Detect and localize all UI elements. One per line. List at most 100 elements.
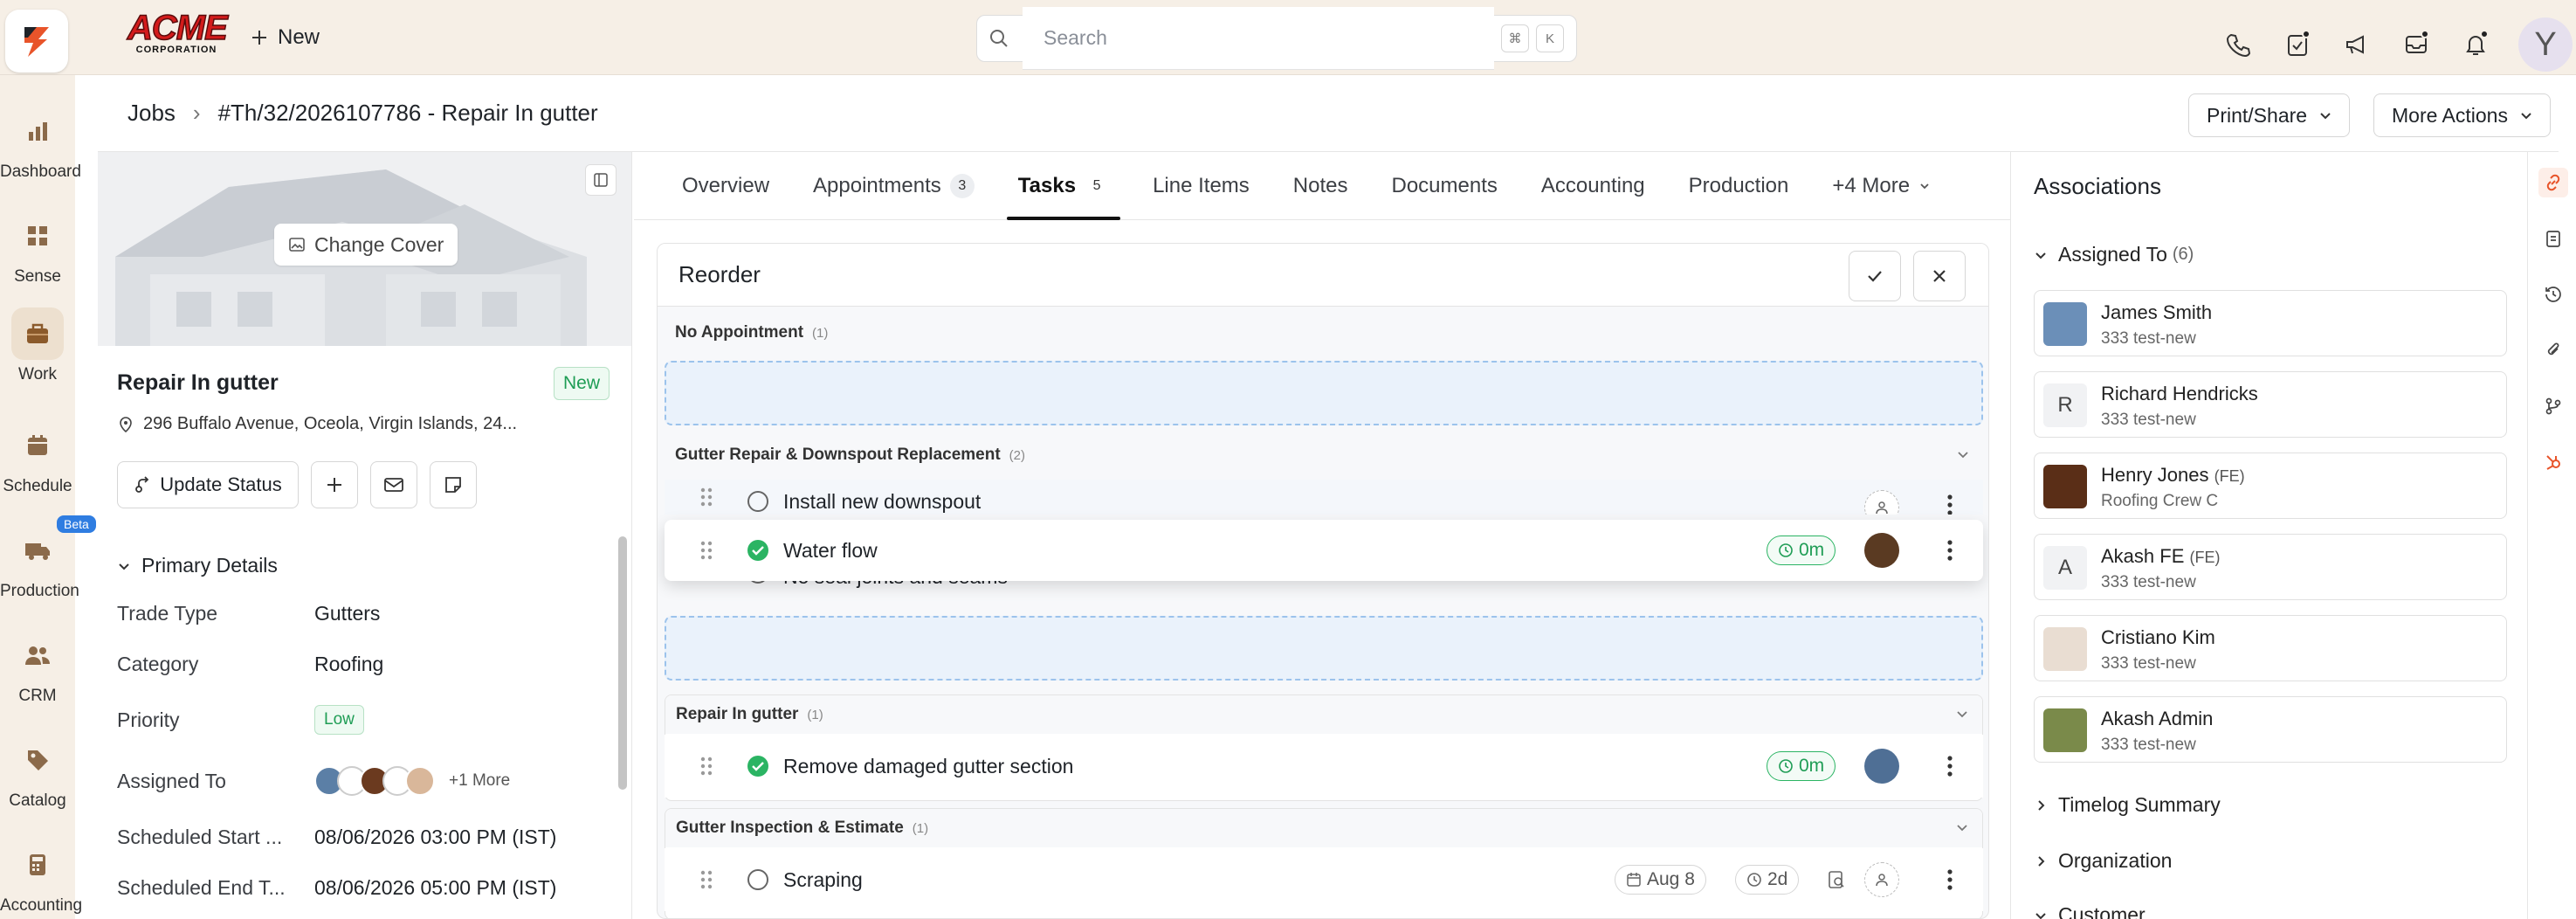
avatar[interactable] [1864, 533, 1899, 568]
time-badge[interactable]: 0m [1767, 751, 1836, 781]
truck-icon [25, 543, 50, 560]
task-name: Remove damaged gutter section [783, 755, 1074, 777]
assigned-to-toggle[interactable]: Assigned To (6) [2034, 243, 2194, 266]
kebab-menu-icon[interactable] [1946, 539, 1953, 562]
assign-user-icon[interactable] [1864, 490, 1899, 515]
notifications-button[interactable] [2455, 24, 2496, 65]
confirm-reorder-button[interactable] [1849, 251, 1901, 301]
dragging-task-row[interactable]: Water flow 0m [665, 520, 1983, 581]
check-circle-icon[interactable] [747, 755, 769, 777]
customer-toggle[interactable]: Customer [2034, 903, 2146, 919]
cancel-reorder-button[interactable] [1913, 251, 1966, 301]
announcements-button[interactable] [2337, 24, 2377, 65]
brand-sub: CORPORATION [135, 45, 217, 55]
update-status-button[interactable]: Update Status [117, 461, 299, 508]
new-label: New [278, 25, 320, 49]
chevron-right-icon: › [192, 100, 201, 126]
circle-icon[interactable] [747, 490, 769, 513]
tab-notes[interactable]: Notes [1271, 152, 1370, 220]
grid-icon [28, 226, 47, 245]
group-header[interactable]: Repair In gutter (1) [665, 695, 1982, 734]
assigned-more[interactable]: +1 More [449, 771, 510, 791]
person-card[interactable]: Cristiano Kim 333 test-new [2034, 615, 2507, 681]
nav-dashboard[interactable]: Dashboard [0, 105, 81, 182]
app-logo[interactable] [5, 10, 68, 73]
tasks-button[interactable] [2277, 24, 2318, 65]
tab-production[interactable]: Production [1667, 152, 1811, 220]
hubspot-tool[interactable] [2538, 447, 2568, 477]
person-card[interactable]: R Richard Hendricks 333 test-new [2034, 371, 2507, 438]
time-badge[interactable]: 0m [1767, 536, 1836, 565]
drag-handle-icon[interactable] [699, 869, 713, 890]
tab-accounting[interactable]: Accounting [1519, 152, 1667, 220]
organization-toggle[interactable]: Organization [2034, 849, 2172, 873]
assign-user-icon[interactable] [1864, 862, 1899, 897]
user-avatar[interactable]: Y [2518, 17, 2573, 72]
history-tool[interactable] [2538, 280, 2568, 309]
drag-handle-icon[interactable] [699, 540, 713, 561]
tab-documents[interactable]: Documents [1370, 152, 1519, 220]
group-header[interactable]: Gutter Inspection & Estimate (1) [665, 809, 1982, 847]
new-button[interactable]: New [250, 21, 320, 54]
print-share-button[interactable]: Print/Share [2188, 93, 2351, 137]
checklist-icon[interactable] [1826, 869, 1847, 890]
tab-line-items[interactable]: Line Items [1131, 152, 1271, 220]
avatar[interactable] [1864, 749, 1899, 784]
task-row[interactable]: Remove damaged gutter section 0m [665, 735, 1983, 798]
due-date-badge[interactable]: Aug 8 [1615, 865, 1706, 895]
tab-label: Line Items [1153, 173, 1250, 197]
assigned-avatars[interactable]: +1 More [314, 766, 510, 796]
detail-priority: Priority Low [117, 689, 597, 750]
kebab-menu-icon[interactable] [1946, 755, 1953, 777]
nav-production[interactable]: Beta Production [0, 515, 96, 601]
nav-work[interactable]: Work [0, 307, 75, 384]
breadcrumb-jobs[interactable]: Jobs [127, 100, 176, 127]
timelog-summary-toggle[interactable]: Timelog Summary [2034, 793, 2221, 817]
person-sub: 333 test-new [2101, 654, 2196, 673]
nav-accounting[interactable]: Accounting [0, 839, 82, 916]
check-circle-icon[interactable] [747, 539, 769, 562]
add-button[interactable] [311, 461, 358, 508]
change-cover-button[interactable]: Change Cover [274, 224, 458, 266]
drag-handle-icon[interactable] [699, 756, 713, 777]
checklist-tool[interactable] [2538, 224, 2568, 253]
workflow-tool[interactable] [2538, 391, 2568, 421]
job-address[interactable]: 296 Buffalo Avenue, Oceola, Virgin Islan… [117, 414, 517, 434]
person-card[interactable]: James Smith 333 test-new [2034, 290, 2507, 356]
attachments-tool[interactable] [2538, 335, 2568, 365]
person-card[interactable]: Henry Jones (FE) Roofing Crew C [2034, 453, 2507, 519]
sidebar-scrollbar[interactable] [618, 536, 627, 790]
bar-chart-icon [29, 122, 47, 141]
task-row[interactable]: Scraping Aug 8 2d [665, 848, 1983, 911]
collapse-sidebar-button[interactable] [585, 164, 616, 196]
email-button[interactable] [370, 461, 417, 508]
nav-catalog[interactable]: Catalog [0, 734, 75, 811]
person-card[interactable]: Akash Admin 333 test-new [2034, 696, 2507, 763]
note-button[interactable] [430, 461, 477, 508]
kebab-menu-icon[interactable] [1946, 868, 1953, 891]
search-icon [990, 30, 1008, 47]
inbox-button[interactable] [2396, 24, 2436, 65]
nav-sense[interactable]: Sense [0, 210, 75, 287]
search-input[interactable]: Search ⌘ K [976, 7, 1577, 70]
duration-badge[interactable]: 2d [1735, 865, 1800, 895]
circle-icon[interactable] [747, 868, 769, 891]
task-row[interactable]: Install new downspout [665, 480, 1983, 515]
nav-schedule[interactable]: Schedule [0, 419, 75, 496]
nav-crm[interactable]: CRM [0, 629, 75, 706]
phone-button[interactable] [2218, 24, 2258, 65]
tab-tasks[interactable]: Tasks 5 [995, 152, 1132, 220]
drop-zone[interactable] [665, 361, 1983, 425]
more-actions-button[interactable]: More Actions [2373, 93, 2551, 137]
drop-zone[interactable] [665, 616, 1983, 681]
person-card[interactable]: A Akash FE (FE) 333 test-new [2034, 534, 2507, 600]
tab-more[interactable]: +4 More [1810, 152, 1953, 220]
primary-details-toggle[interactable]: Primary Details [117, 554, 597, 577]
drag-handle-icon[interactable] [699, 487, 713, 508]
group-header[interactable]: Gutter Repair & Downspout Replacement (2) [665, 436, 1983, 474]
tab-appointments[interactable]: Appointments 3 [791, 152, 996, 220]
kebab-menu-icon[interactable] [1946, 494, 1953, 515]
associations-tool[interactable] [2538, 168, 2568, 197]
tab-overview[interactable]: Overview [660, 152, 791, 220]
primary-details: Primary Details Trade Type Gutters Categ… [117, 554, 597, 913]
